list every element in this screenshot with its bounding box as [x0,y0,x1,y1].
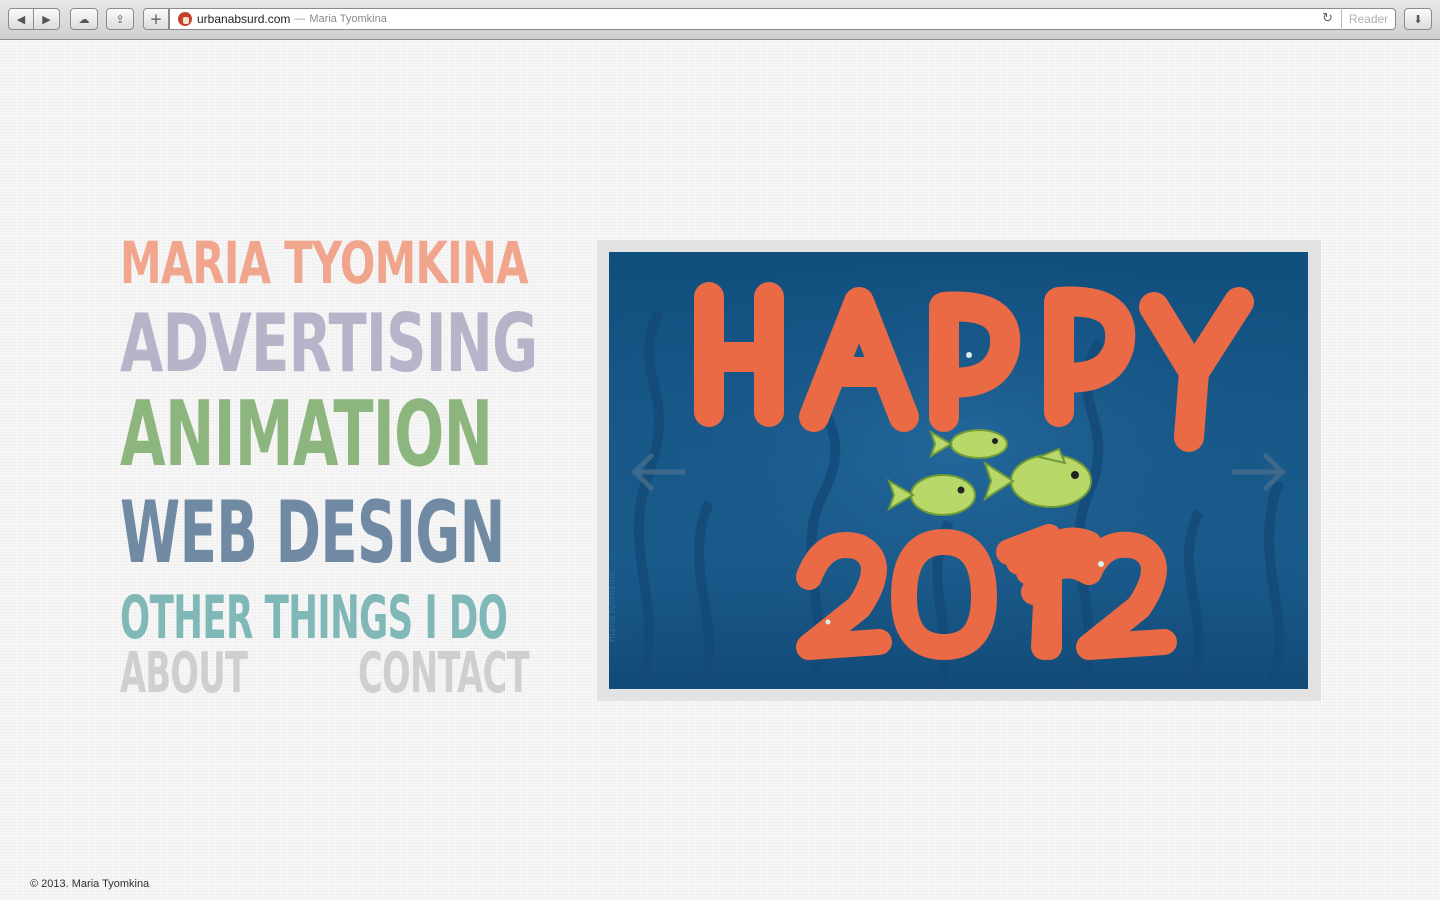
back-button[interactable]: ◀ [8,8,34,30]
nav-advertising[interactable]: ADVERTISING [120,304,538,390]
address-domain: urbanabsurd.com [197,12,291,26]
arrow-left-icon [631,452,686,492]
nav-other-things[interactable]: OTHER THINGS I DO [120,588,508,648]
reload-icon[interactable]: ↻ [1322,11,1333,26]
forward-icon: ▶ [42,12,51,26]
nav-animation[interactable]: ANIMATION [120,390,493,490]
address-bar[interactable]: urbanabsurd.com — Maria Tyomkina ↻ Reade… [169,8,1396,30]
footer-copyright: © 2013. Maria Tyomkina [30,878,150,890]
nav-web-design[interactable]: WEB DESIGN [120,490,505,588]
slider-prev-button[interactable] [627,452,691,492]
slider-frame: maria tyomkina [597,240,1321,701]
arrow-right-icon [1231,452,1286,492]
slide-signature: maria tyomkina [609,571,618,642]
browser-toolbar: ◀ ▶ ☁ ⇪ + urbanabsurd.com — Maria Tyomki… [0,0,1440,40]
nav-contact[interactable]: CONTACT [358,646,530,702]
download-icon: ⬇ [1413,12,1423,26]
forward-button[interactable]: ▶ [34,8,60,30]
icloud-tabs-button[interactable]: ☁ [70,8,98,30]
downloads-button[interactable]: ⬇ [1404,8,1432,30]
cloud-icon: ☁ [78,12,90,26]
nav-about[interactable]: ABOUT [120,646,248,702]
site-name-link[interactable]: MARIA TYOMKINA [120,234,529,304]
main-navigation: MARIA TYOMKINA ADVERTISING ANIMATION WEB… [120,234,540,702]
nav-secondary-row: ABOUT CONTACT [120,646,540,702]
slide-artwork: maria tyomkina [609,252,1308,689]
back-icon: ◀ [16,12,26,26]
slide-image: maria tyomkina [609,252,1308,689]
add-bookmark-button[interactable]: + [143,8,169,30]
address-page-title: Maria Tyomkina [309,13,387,25]
plus-icon: + [149,10,163,28]
share-icon: ⇪ [115,12,125,26]
site-favicon-icon [178,12,192,26]
share-button[interactable]: ⇪ [106,8,134,30]
address-separator: — [294,13,306,25]
reader-button[interactable]: Reader [1341,8,1395,30]
slider-next-button[interactable] [1226,452,1290,492]
